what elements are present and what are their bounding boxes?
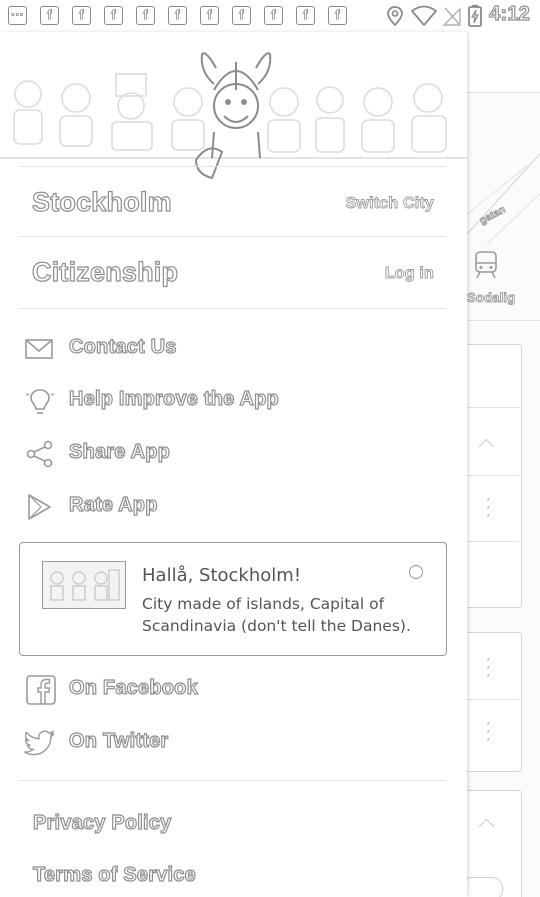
people-illustration	[0, 52, 467, 180]
share-icon	[26, 440, 53, 468]
wifi-icon	[411, 5, 437, 26]
city-thumbnail	[42, 561, 126, 609]
more-vertical-icon: · · ·	[485, 488, 492, 526]
train-icon[interactable]	[473, 250, 499, 280]
facebook-icon: f	[296, 6, 315, 25]
switch-city-button[interactable]: Switch City	[345, 195, 434, 213]
background-app: gatan Sodalig · · · · · · · · ·	[467, 32, 540, 897]
facebook-icon: f	[200, 6, 219, 25]
terms-of-service-link[interactable]: Terms of Service	[32, 863, 196, 887]
twitter-icon	[24, 730, 55, 756]
facebook-icon: f	[264, 6, 283, 25]
privacy-policy-link[interactable]: Privacy Policy	[32, 811, 171, 835]
menu-item-label: Contact Us	[68, 335, 177, 358]
background-pill	[467, 877, 503, 897]
menu-item-label: On Facebook	[68, 676, 198, 699]
menu-item-label: Help Improve the App	[68, 387, 279, 410]
rate-app-item[interactable]: Rate App	[24, 488, 444, 528]
play-store-icon	[28, 494, 51, 520]
clock: 4:12	[489, 2, 531, 25]
status-bar: ··· f f f f f f f f f f 4:12	[0, 0, 540, 32]
citizenship-title: Citizenship	[31, 256, 179, 287]
background-toolbar	[467, 32, 540, 93]
facebook-icon: f	[328, 6, 347, 25]
current-city-label: Stockholm	[31, 186, 172, 217]
header-illustration	[0, 32, 467, 182]
log-in-button[interactable]: Log in	[384, 265, 434, 283]
lightbulb-icon	[25, 389, 55, 414]
facebook-icon: f	[104, 6, 123, 25]
facebook-icon: f	[232, 6, 251, 25]
background-card: · · · · · ·	[467, 632, 522, 772]
help-improve-item[interactable]: Help Improve the App	[24, 382, 444, 422]
menu-item-label: Share App	[68, 440, 171, 463]
facebook-icon: f	[40, 6, 59, 25]
facebook-icon	[26, 675, 56, 705]
mail-icon	[25, 339, 53, 359]
more-notifications-icon: ···	[8, 6, 27, 25]
background-card	[467, 790, 522, 897]
facebook-link[interactable]: On Facebook	[24, 671, 444, 711]
share-app-item[interactable]: Share App	[24, 435, 444, 475]
background-map	[467, 153, 540, 244]
promo-description: City made of islands, Capital of Scandin…	[142, 595, 411, 635]
promo-title: Hallå, Stockholm!	[142, 565, 302, 586]
menu-item-label: Rate App	[68, 493, 158, 516]
background-tab-label: Sodalig	[467, 290, 516, 306]
menu-item-label: On Twitter	[68, 729, 169, 752]
contact-us-item[interactable]: Contact Us	[24, 330, 444, 370]
no-signal-icon	[442, 7, 461, 26]
more-vertical-icon: · · ·	[485, 712, 492, 750]
facebook-icon: f	[136, 6, 155, 25]
chevron-up-icon	[478, 818, 495, 835]
location-icon	[387, 6, 403, 27]
twitter-link[interactable]: On Twitter	[24, 724, 444, 764]
city-promo-card[interactable]: Hallå, Stockholm! City made of islands, …	[19, 542, 447, 656]
facebook-icon: f	[168, 6, 187, 25]
battery-charging-icon	[468, 4, 482, 27]
background-card: · · ·	[467, 344, 522, 608]
chevron-up-icon	[478, 438, 495, 455]
promo-radio-button[interactable]	[409, 565, 423, 579]
more-vertical-icon: · · ·	[485, 648, 492, 686]
facebook-icon: f	[72, 6, 91, 25]
navigation-drawer: Stockholm Switch City Citizenship Log in…	[0, 32, 467, 897]
